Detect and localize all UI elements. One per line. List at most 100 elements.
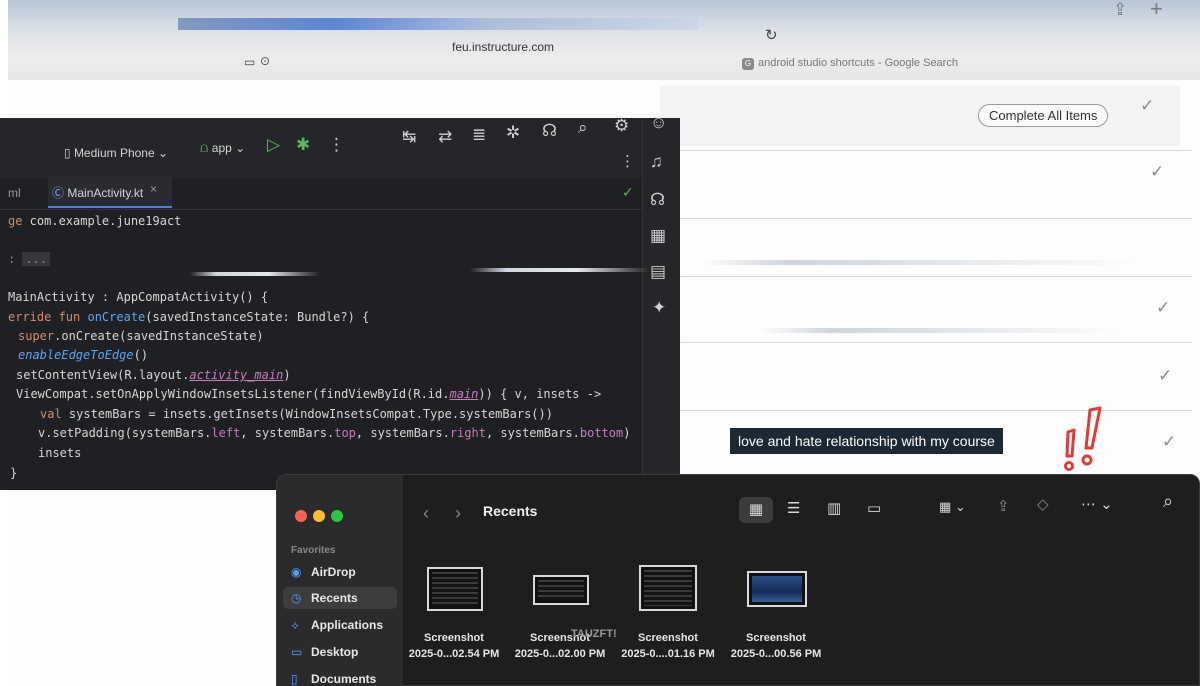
- kotlin-file-icon: Ⓒ: [52, 186, 65, 200]
- airdrop-icon: ◉: [291, 565, 302, 579]
- group-by-icon[interactable]: ▦ ⌄: [939, 499, 966, 515]
- document-icon: ▯: [291, 672, 298, 686]
- window-title: Recents: [483, 503, 538, 519]
- device-label: Medium Phone: [73, 146, 155, 160]
- column-view-icon[interactable]: ▥: [827, 499, 841, 517]
- minimize-window-button[interactable]: [313, 510, 325, 522]
- reader-icon[interactable]: ⊙: [260, 54, 270, 68]
- file-date: 2025-0...00.56 PM: [730, 648, 822, 660]
- search-icon[interactable]: ⌕: [1163, 491, 1173, 512]
- file-item[interactable]: Screenshot 2025-0...02.54 PM: [399, 630, 509, 662]
- sidebar-item-applications[interactable]: ⟡ Applications: [283, 614, 397, 636]
- list-view-icon[interactable]: ☰: [787, 499, 800, 517]
- sidebar-item-label: AirDrop: [311, 565, 356, 579]
- editor-tab-partial[interactable]: ml: [8, 186, 21, 200]
- file-item[interactable]: Screenshot 2025-0....01.16 PM: [613, 630, 723, 662]
- device-selector[interactable]: ▯ Medium Phone ⌄: [64, 146, 168, 160]
- reload-icon[interactable]: ↻: [765, 26, 778, 44]
- file-thumbnail[interactable]: [427, 567, 483, 611]
- run-config-label: app: [211, 141, 232, 155]
- running-devices-icon[interactable]: ▤: [650, 262, 666, 282]
- share-icon[interactable]: ⇪: [997, 497, 1010, 515]
- blurred-text: [700, 260, 1140, 265]
- code-line: val systemBars = insets.getInsets(Window…: [40, 407, 553, 421]
- check-icon: ✓: [622, 184, 634, 200]
- blurred-text: [470, 268, 650, 272]
- file-thumbnail[interactable]: [533, 575, 589, 605]
- check-icon: ✓: [1150, 162, 1165, 181]
- debug-icon[interactable]: ✱: [296, 135, 310, 155]
- back-icon[interactable]: ‹: [423, 503, 429, 524]
- blurred-text: [760, 328, 1120, 333]
- browser-tab-google[interactable]: Gandroid studio shortcuts - Google Searc…: [742, 57, 958, 70]
- run-icon[interactable]: ▷: [267, 135, 280, 155]
- sidebar-item-recents[interactable]: ◷ Recents: [283, 587, 397, 609]
- file-name: Screenshot: [638, 632, 698, 644]
- file-thumbnail[interactable]: [747, 571, 807, 607]
- new-tab-icon[interactable]: +: [1150, 0, 1163, 22]
- sidebar-item-label: Documents: [311, 672, 377, 686]
- divider: [680, 150, 1192, 151]
- applications-icon: ⟡: [291, 618, 299, 632]
- android-icon: ⩍: [200, 140, 209, 155]
- divider: [680, 342, 1192, 343]
- sidebar-item-airdrop[interactable]: ◉ AirDrop: [283, 561, 397, 583]
- tag-icon[interactable]: ◇: [1037, 495, 1049, 513]
- complete-all-items-button[interactable]: Complete All Items: [978, 104, 1109, 127]
- format-icon[interactable]: ≣: [472, 125, 486, 145]
- desktop-icon: ▭: [291, 645, 303, 659]
- gemini-icon[interactable]: ✦: [652, 298, 666, 318]
- file-thumbnail[interactable]: [639, 565, 697, 611]
- more-actions-icon[interactable]: ⋯ ⌄: [1081, 495, 1113, 513]
- more-vertical-icon[interactable]: ⋮: [328, 135, 345, 155]
- check-icon: ✓: [1162, 432, 1177, 451]
- sidebar-item-documents[interactable]: ▯ Documents: [283, 668, 397, 686]
- gradle-icon[interactable]: ☊: [542, 121, 557, 141]
- sidebar-toggle-icon[interactable]: ▭: [244, 55, 255, 69]
- run-config-selector[interactable]: ⩍ app ⌄: [200, 140, 245, 156]
- sidebar-item-label: Applications: [311, 618, 384, 632]
- sidebar-item-label: Desktop: [311, 645, 359, 659]
- code-line: super.onCreate(savedInstanceState): [18, 329, 264, 343]
- gear-icon[interactable]: ⚙: [614, 116, 629, 136]
- more-vertical-icon[interactable]: ⋮: [620, 152, 635, 170]
- account-icon[interactable]: ☺: [650, 113, 667, 133]
- divider: [680, 276, 1192, 277]
- sidebar-item-desktop[interactable]: ▭ Desktop: [283, 641, 397, 663]
- search-icon[interactable]: ⌕: [578, 118, 588, 138]
- tab-title: android studio shortcuts - Google Search: [758, 57, 958, 69]
- blurred-text: [190, 272, 320, 276]
- apply-changes-icon[interactable]: ↹: [402, 127, 416, 147]
- code-line: setContentView(R.layout.activity_main): [16, 368, 291, 382]
- file-item[interactable]: Screenshot 2025-0...00.56 PM: [721, 630, 831, 662]
- translate-icon[interactable]: ⇄: [438, 127, 452, 147]
- editor-tab-label: Ⓒ MainActivity.kt: [52, 184, 143, 201]
- sidebar-item-label: Recents: [311, 591, 358, 605]
- device-manager-icon[interactable]: ▦: [650, 226, 666, 246]
- code-line: v.setPadding(systemBars.left, systemBars…: [38, 426, 631, 440]
- notifications-icon[interactable]: ♫: [650, 152, 663, 172]
- finder-window: Favorites ◉ AirDrop ◷ Recents ⟡ Application…: [276, 474, 1200, 686]
- file-date: 2025-0...02.54 PM: [408, 648, 500, 660]
- close-icon[interactable]: ×: [150, 182, 157, 196]
- blurred-tab-strip: [178, 18, 698, 30]
- code-line: enableEdgeToEdge(): [18, 348, 149, 362]
- code-line: ViewCompat.setOnApplyWindowInsetsListene…: [16, 387, 602, 401]
- gallery-view-icon[interactable]: ▭: [867, 499, 881, 517]
- close-window-button[interactable]: [295, 510, 307, 522]
- gradle-sidebar-icon[interactable]: ☊: [650, 190, 665, 210]
- code-line: insets: [38, 446, 82, 460]
- share-icon[interactable]: ⇪: [1113, 0, 1127, 20]
- file-name: Screenshot: [746, 632, 806, 644]
- double-exclamation-icon: [1064, 406, 1102, 471]
- favorites-heading: Favorites: [291, 545, 336, 556]
- code-line: erride fun onCreate(savedInstanceState: …: [8, 310, 370, 324]
- check-icon: ✓: [1156, 298, 1171, 317]
- bug-icon[interactable]: ✲: [506, 123, 520, 143]
- forward-icon[interactable]: ›: [455, 503, 461, 524]
- address-bar[interactable]: feu.instructure.com: [452, 40, 554, 54]
- code-line-folded[interactable]: : ...: [8, 252, 51, 266]
- icon-view-icon[interactable]: ▦: [739, 497, 773, 523]
- caption-sticker: love and hate relationship with my cours…: [730, 428, 1003, 454]
- zoom-window-button[interactable]: [331, 510, 343, 522]
